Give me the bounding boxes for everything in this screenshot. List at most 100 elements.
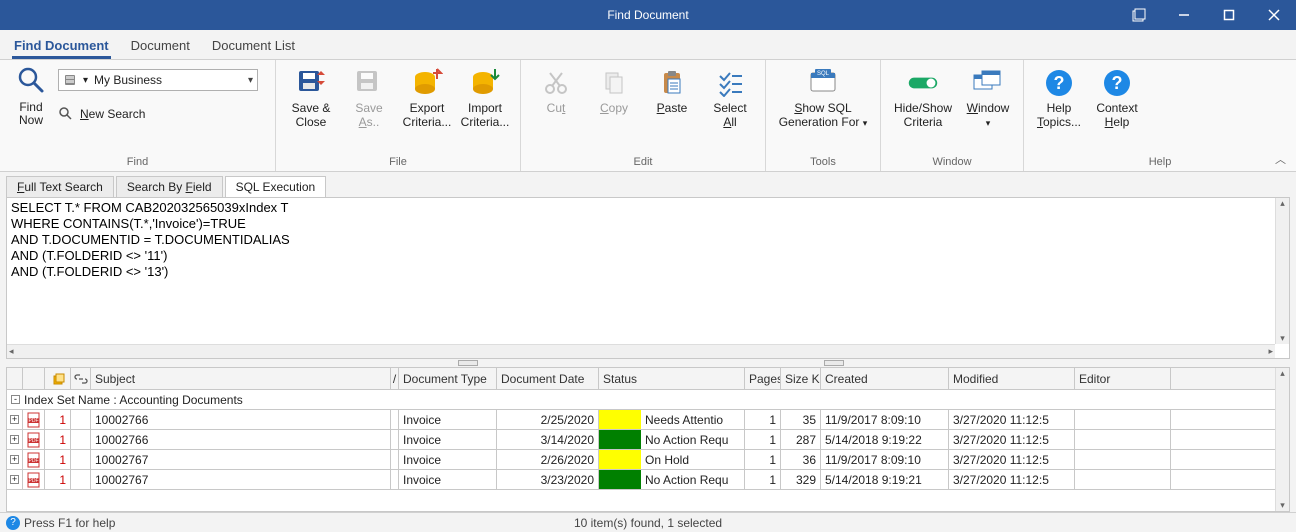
hide-show-criteria-button[interactable]: Hide/Show Criteria xyxy=(887,63,959,149)
tab-search-by-field[interactable]: Search By Field xyxy=(116,176,223,197)
pages-cell: 1 xyxy=(745,410,781,429)
window-title: Find Document xyxy=(607,8,688,22)
col-modified[interactable]: Modified xyxy=(949,368,1075,389)
link-cell xyxy=(71,430,91,449)
select-all-label: Select All xyxy=(713,101,746,129)
show-sql-button[interactable]: SQL Show SQL Generation For ▾ xyxy=(772,63,874,149)
link-cell xyxy=(71,410,91,429)
window-menu-button[interactable]: Window▾ xyxy=(959,63,1017,149)
vertical-scrollbar[interactable]: ▴▾ xyxy=(1275,198,1289,344)
expand-cell[interactable]: + xyxy=(7,470,23,489)
collapse-group-icon[interactable]: - xyxy=(11,395,20,404)
status-help-text: Press F1 for help xyxy=(24,516,115,530)
grid-header: Subject / Document Type Document Date St… xyxy=(7,368,1289,390)
col-status[interactable]: Status xyxy=(599,368,745,389)
group-label-tools: Tools xyxy=(772,155,874,170)
ribbon-group-file: Save & Close Save As.. Export Criteria..… xyxy=(276,60,521,171)
help-topics-button[interactable]: ? Help Topics... xyxy=(1030,63,1088,149)
col-slash[interactable]: / xyxy=(391,368,399,389)
doc-icon-cell: PDF xyxy=(23,410,45,429)
copy-icon xyxy=(598,67,630,99)
table-row[interactable]: +PDF110002766Invoice3/14/2020No Action R… xyxy=(7,430,1289,450)
import-criteria-button[interactable]: Import Criteria... xyxy=(456,63,514,149)
minimize-button[interactable] xyxy=(1161,0,1206,30)
ribbon-group-edit: Cut Copy Paste Select All Edit xyxy=(521,60,766,171)
editor-cell xyxy=(1075,470,1171,489)
col-expand[interactable] xyxy=(7,368,23,389)
col-created[interactable]: Created xyxy=(821,368,949,389)
find-now-button[interactable] xyxy=(10,65,52,95)
pages-cell: 1 xyxy=(745,470,781,489)
sql-editor[interactable] xyxy=(7,198,1289,358)
save-close-button[interactable]: Save & Close xyxy=(282,63,340,149)
tab-full-text-search[interactable]: Full Text Search xyxy=(6,176,114,197)
splitter[interactable] xyxy=(0,359,1296,367)
col-version[interactable] xyxy=(45,368,71,389)
statusbar: ? Press F1 for help 10 item(s) found, 1 … xyxy=(0,512,1296,532)
select-all-button[interactable]: Select All xyxy=(701,63,759,149)
scope-dropdown[interactable]: ▾ My Business ▾ xyxy=(58,69,258,91)
status-cell: No Action Requ xyxy=(599,470,745,489)
col-doc-type[interactable]: Document Type xyxy=(399,368,497,389)
col-pages[interactable]: Pages xyxy=(745,368,781,389)
col-link[interactable] xyxy=(71,368,91,389)
menu-document-list[interactable]: Document List xyxy=(210,32,297,59)
maximize-button[interactable] xyxy=(1206,0,1251,30)
group-label-find: Find xyxy=(6,155,269,170)
editor-cell xyxy=(1075,430,1171,449)
save-close-label: Save & Close xyxy=(292,101,331,129)
status-summary: 10 item(s) found, 1 selected xyxy=(574,516,722,530)
find-now-label-wrap[interactable]: Find Now xyxy=(10,101,52,127)
sql-editor-wrap: ▴▾ ◂▸ xyxy=(6,197,1290,359)
table-row[interactable]: +PDF110002767Invoice2/26/2020On Hold1361… xyxy=(7,450,1289,470)
grid-group-row[interactable]: - Index Set Name : Accounting Documents xyxy=(7,390,1289,410)
find-now-label: Find Now xyxy=(19,101,43,127)
expand-cell[interactable]: + xyxy=(7,430,23,449)
ribbon-collapse-button[interactable]: ︿ xyxy=(1275,151,1286,167)
popout-button[interactable] xyxy=(1116,0,1161,30)
expand-cell[interactable]: + xyxy=(7,450,23,469)
status-help-icon[interactable]: ? xyxy=(6,516,20,530)
pages-cell: 1 xyxy=(745,430,781,449)
tab-sql-execution[interactable]: SQL Execution xyxy=(225,176,327,197)
cut-button: Cut xyxy=(527,63,585,149)
expand-cell[interactable]: + xyxy=(7,410,23,429)
col-editor[interactable]: Editor xyxy=(1075,368,1171,389)
context-help-button[interactable]: ? Context Help xyxy=(1088,63,1146,149)
close-button[interactable] xyxy=(1251,0,1296,30)
subject-cell: 10002766 xyxy=(91,410,391,429)
version-cell: 1 xyxy=(45,410,71,429)
hide-show-label: Hide/Show Criteria xyxy=(894,101,952,129)
menu-find-document[interactable]: Find Document xyxy=(12,32,111,59)
col-subject[interactable]: Subject xyxy=(91,368,391,389)
context-help-icon: ? xyxy=(1101,67,1133,99)
table-row[interactable]: +PDF110002766Invoice2/25/2020Needs Atten… xyxy=(7,410,1289,430)
new-search-button[interactable]: New Search xyxy=(58,106,145,122)
col-doc-date[interactable]: Document Date xyxy=(497,368,599,389)
doctype-cell: Invoice xyxy=(399,410,497,429)
save-close-icon xyxy=(295,67,327,99)
results-grid: Subject / Document Type Document Date St… xyxy=(6,367,1290,512)
table-row[interactable]: +PDF110002767Invoice3/23/2020No Action R… xyxy=(7,470,1289,490)
import-label: Import Criteria... xyxy=(461,101,510,129)
menu-document[interactable]: Document xyxy=(129,32,192,59)
col-icon[interactable] xyxy=(23,368,45,389)
svg-text:PDF: PDF xyxy=(28,438,38,444)
modified-cell: 3/27/2020 11:12:5 xyxy=(949,470,1075,489)
doctype-cell: Invoice xyxy=(399,450,497,469)
save-as-button: Save As.. xyxy=(340,63,398,149)
col-size[interactable]: Size K xyxy=(781,368,821,389)
chevron-down-icon: ▾ xyxy=(248,75,253,86)
grid-vertical-scrollbar[interactable]: ▴▾ xyxy=(1275,368,1289,511)
docdate-cell: 3/14/2020 xyxy=(497,430,599,449)
export-criteria-button[interactable]: Export Criteria... xyxy=(398,63,456,149)
splitter-handle-right[interactable] xyxy=(824,360,844,366)
splitter-handle-left[interactable] xyxy=(458,360,478,366)
docdate-cell: 3/23/2020 xyxy=(497,470,599,489)
paste-label: Paste xyxy=(657,101,688,115)
help-topics-label: Help Topics... xyxy=(1037,101,1081,129)
paste-button[interactable]: Paste xyxy=(643,63,701,149)
horizontal-scrollbar[interactable]: ◂▸ xyxy=(7,344,1275,358)
scissors-icon xyxy=(540,67,572,99)
save-as-icon xyxy=(353,67,385,99)
